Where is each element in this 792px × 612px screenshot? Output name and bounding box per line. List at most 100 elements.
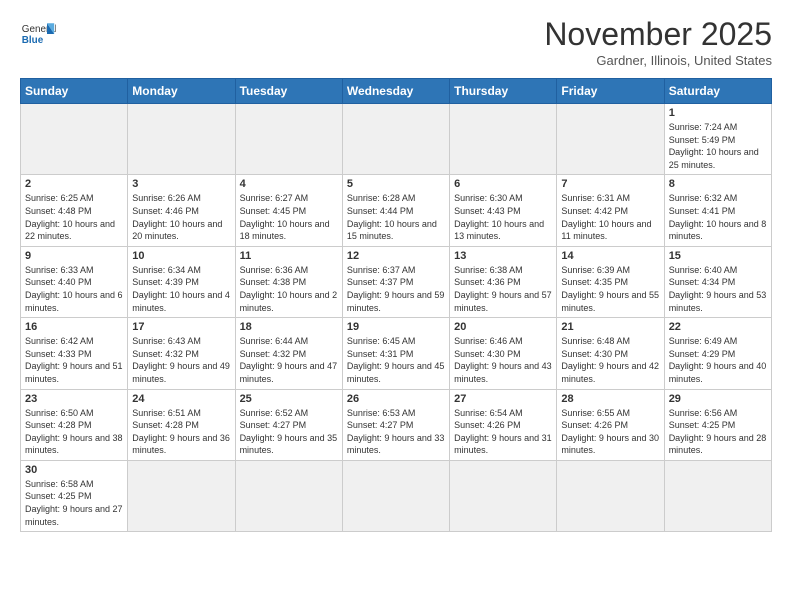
day-number: 8 bbox=[669, 178, 767, 190]
header: General Blue November 2025 Gardner, Illi… bbox=[20, 16, 772, 68]
day-info: Sunrise: 6:37 AM Sunset: 4:37 PM Dayligh… bbox=[347, 264, 445, 314]
day-number: 16 bbox=[25, 321, 123, 333]
day-number: 17 bbox=[132, 321, 230, 333]
day-cell: 27 Sunrise: 6:54 AM Sunset: 4:26 PM Dayli… bbox=[450, 389, 557, 460]
day-number: 6 bbox=[454, 178, 552, 190]
day-number: 27 bbox=[454, 393, 552, 405]
day-number: 4 bbox=[240, 178, 338, 190]
day-cell: 24 Sunrise: 6:51 AM Sunset: 4:28 PM Dayli… bbox=[128, 389, 235, 460]
day-cell: 18Sunrise: 6:44 AM Sunset: 4:32 PM Dayli… bbox=[235, 318, 342, 389]
day-number: 24 bbox=[132, 393, 230, 405]
day-number: 2 bbox=[25, 178, 123, 190]
day-info: Sunrise: 6:30 AM Sunset: 4:43 PM Dayligh… bbox=[454, 192, 552, 242]
day-cell bbox=[128, 460, 235, 531]
week-row-6: 30Sunrise: 6:58 AM Sunset: 4:25 PM Dayli… bbox=[21, 460, 772, 531]
day-info: Sunrise: 6:33 AM Sunset: 4:40 PM Dayligh… bbox=[25, 264, 123, 314]
week-row-3: 9 Sunrise: 6:33 AM Sunset: 4:40 PM Daylig… bbox=[21, 246, 772, 317]
day-info: Sunrise: 6:49 AM Sunset: 4:29 PM Dayligh… bbox=[669, 335, 767, 385]
day-info: Sunrise: 6:51 AM Sunset: 4:28 PM Dayligh… bbox=[132, 407, 230, 457]
day-info: Sunrise: 6:25 AM Sunset: 4:48 PM Dayligh… bbox=[25, 192, 123, 242]
day-cell bbox=[235, 460, 342, 531]
day-info: Sunrise: 6:39 AM Sunset: 4:35 PM Dayligh… bbox=[561, 264, 659, 314]
day-cell: 15 Sunrise: 6:40 AM Sunset: 4:34 PM Dayli… bbox=[664, 246, 771, 317]
day-cell: 4 Sunrise: 6:27 AM Sunset: 4:45 PM Daylig… bbox=[235, 175, 342, 246]
header-day-wednesday: Wednesday bbox=[342, 79, 449, 104]
day-info: Sunrise: 6:54 AM Sunset: 4:26 PM Dayligh… bbox=[454, 407, 552, 457]
day-info: Sunrise: 6:45 AM Sunset: 4:31 PM Dayligh… bbox=[347, 335, 445, 385]
day-cell: 28 Sunrise: 6:55 AM Sunset: 4:26 PM Dayli… bbox=[557, 389, 664, 460]
day-info: Sunrise: 6:40 AM Sunset: 4:34 PM Dayligh… bbox=[669, 264, 767, 314]
day-cell: 20 Sunrise: 6:46 AM Sunset: 4:30 PM Dayli… bbox=[450, 318, 557, 389]
day-cell bbox=[664, 460, 771, 531]
month-title: November 2025 bbox=[544, 16, 772, 53]
day-info: Sunrise: 6:43 AM Sunset: 4:32 PM Dayligh… bbox=[132, 335, 230, 385]
day-number: 26 bbox=[347, 393, 445, 405]
day-info: Sunrise: 6:53 AM Sunset: 4:27 PM Dayligh… bbox=[347, 407, 445, 457]
day-number: 1 bbox=[669, 107, 767, 119]
day-number: 3 bbox=[132, 178, 230, 190]
title-area: November 2025 Gardner, Illinois, United … bbox=[544, 16, 772, 68]
day-info: Sunrise: 6:50 AM Sunset: 4:28 PM Dayligh… bbox=[25, 407, 123, 457]
day-cell bbox=[21, 104, 128, 175]
day-info: Sunrise: 7:24 AM Sunset: 5:49 PM Dayligh… bbox=[669, 121, 767, 171]
day-cell: 21 Sunrise: 6:48 AM Sunset: 4:30 PM Dayli… bbox=[557, 318, 664, 389]
day-number: 11 bbox=[240, 250, 338, 262]
day-info: Sunrise: 6:36 AM Sunset: 4:38 PM Dayligh… bbox=[240, 264, 338, 314]
day-cell bbox=[557, 104, 664, 175]
day-cell: 26 Sunrise: 6:53 AM Sunset: 4:27 PM Dayli… bbox=[342, 389, 449, 460]
day-info: Sunrise: 6:48 AM Sunset: 4:30 PM Dayligh… bbox=[561, 335, 659, 385]
header-day-thursday: Thursday bbox=[450, 79, 557, 104]
day-info: Sunrise: 6:52 AM Sunset: 4:27 PM Dayligh… bbox=[240, 407, 338, 457]
day-number: 10 bbox=[132, 250, 230, 262]
day-info: Sunrise: 6:46 AM Sunset: 4:30 PM Dayligh… bbox=[454, 335, 552, 385]
day-cell: 17 Sunrise: 6:43 AM Sunset: 4:32 PM Dayli… bbox=[128, 318, 235, 389]
day-number: 14 bbox=[561, 250, 659, 262]
day-number: 7 bbox=[561, 178, 659, 190]
day-cell: 16Sunrise: 6:42 AM Sunset: 4:33 PM Dayli… bbox=[21, 318, 128, 389]
header-day-tuesday: Tuesday bbox=[235, 79, 342, 104]
day-info: Sunrise: 6:55 AM Sunset: 4:26 PM Dayligh… bbox=[561, 407, 659, 457]
day-cell bbox=[450, 104, 557, 175]
header-day-monday: Monday bbox=[128, 79, 235, 104]
day-cell: 6 Sunrise: 6:30 AM Sunset: 4:43 PM Daylig… bbox=[450, 175, 557, 246]
day-cell bbox=[128, 104, 235, 175]
day-number: 28 bbox=[561, 393, 659, 405]
day-cell: 13Sunrise: 6:38 AM Sunset: 4:36 PM Dayli… bbox=[450, 246, 557, 317]
day-cell: 7Sunrise: 6:31 AM Sunset: 4:42 PM Daylig… bbox=[557, 175, 664, 246]
header-day-friday: Friday bbox=[557, 79, 664, 104]
day-number: 5 bbox=[347, 178, 445, 190]
day-number: 20 bbox=[454, 321, 552, 333]
day-cell: 9 Sunrise: 6:33 AM Sunset: 4:40 PM Daylig… bbox=[21, 246, 128, 317]
day-cell bbox=[235, 104, 342, 175]
day-info: Sunrise: 6:26 AM Sunset: 4:46 PM Dayligh… bbox=[132, 192, 230, 242]
logo: General Blue bbox=[20, 16, 56, 52]
day-number: 29 bbox=[669, 393, 767, 405]
day-cell: 1 Sunrise: 7:24 AM Sunset: 5:49 PM Daylig… bbox=[664, 104, 771, 175]
day-cell: 29 Sunrise: 6:56 AM Sunset: 4:25 PM Dayli… bbox=[664, 389, 771, 460]
day-number: 15 bbox=[669, 250, 767, 262]
day-number: 21 bbox=[561, 321, 659, 333]
day-info: Sunrise: 6:56 AM Sunset: 4:25 PM Dayligh… bbox=[669, 407, 767, 457]
day-cell: 23 Sunrise: 6:50 AM Sunset: 4:28 PM Dayli… bbox=[21, 389, 128, 460]
day-cell: 22Sunrise: 6:49 AM Sunset: 4:29 PM Dayli… bbox=[664, 318, 771, 389]
week-row-5: 23 Sunrise: 6:50 AM Sunset: 4:28 PM Dayli… bbox=[21, 389, 772, 460]
day-number: 9 bbox=[25, 250, 123, 262]
week-row-2: 2 Sunrise: 6:25 AM Sunset: 4:48 PM Daylig… bbox=[21, 175, 772, 246]
day-cell bbox=[450, 460, 557, 531]
day-info: Sunrise: 6:27 AM Sunset: 4:45 PM Dayligh… bbox=[240, 192, 338, 242]
svg-text:Blue: Blue bbox=[22, 35, 44, 46]
week-row-4: 16Sunrise: 6:42 AM Sunset: 4:33 PM Dayli… bbox=[21, 318, 772, 389]
header-row: SundayMondayTuesdayWednesdayThursdayFrid… bbox=[21, 79, 772, 104]
day-cell bbox=[557, 460, 664, 531]
day-number: 12 bbox=[347, 250, 445, 262]
calendar-table: SundayMondayTuesdayWednesdayThursdayFrid… bbox=[20, 78, 772, 532]
generalblue-logo-icon: General Blue bbox=[20, 16, 56, 52]
day-cell: 3 Sunrise: 6:26 AM Sunset: 4:46 PM Daylig… bbox=[128, 175, 235, 246]
day-cell: 25Sunrise: 6:52 AM Sunset: 4:27 PM Dayli… bbox=[235, 389, 342, 460]
day-number: 23 bbox=[25, 393, 123, 405]
day-info: Sunrise: 6:58 AM Sunset: 4:25 PM Dayligh… bbox=[25, 478, 123, 528]
day-cell: 14 Sunrise: 6:39 AM Sunset: 4:35 PM Dayli… bbox=[557, 246, 664, 317]
day-info: Sunrise: 6:28 AM Sunset: 4:44 PM Dayligh… bbox=[347, 192, 445, 242]
location: Gardner, Illinois, United States bbox=[544, 53, 772, 68]
day-cell: 2 Sunrise: 6:25 AM Sunset: 4:48 PM Daylig… bbox=[21, 175, 128, 246]
